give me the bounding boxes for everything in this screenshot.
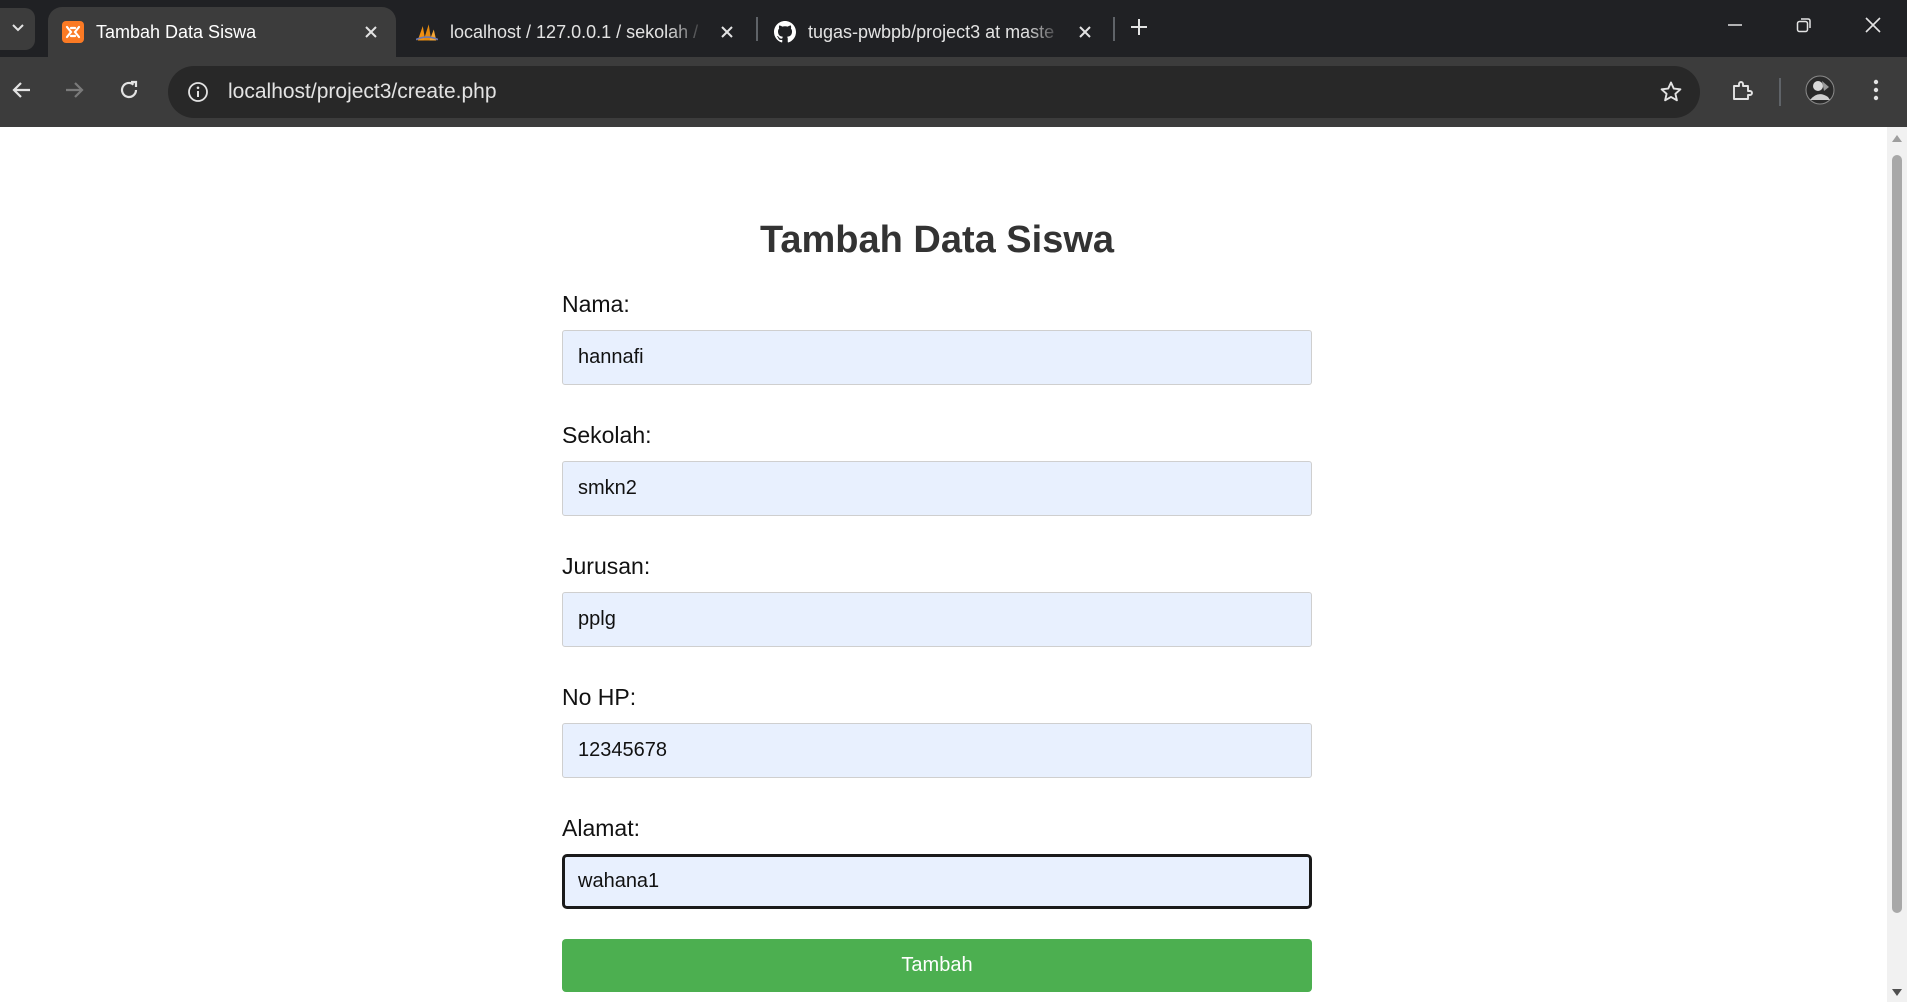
restore-button[interactable] xyxy=(1770,0,1838,54)
tab-search-button[interactable] xyxy=(0,8,35,50)
back-button[interactable] xyxy=(4,74,40,110)
xampp-icon xyxy=(62,21,84,43)
close-icon xyxy=(1864,16,1882,39)
close-icon[interactable] xyxy=(1074,21,1096,43)
bookmark-star-icon[interactable] xyxy=(1658,79,1684,105)
chevron-down-icon xyxy=(10,19,26,40)
tab-phpmyadmin[interactable]: localhost / 127.0.0.1 / sekolah / xyxy=(402,7,752,57)
tab-github[interactable]: tugas-pwbpb/project3 at maste xyxy=(760,7,1110,57)
github-icon xyxy=(774,21,796,43)
scroll-up-icon[interactable] xyxy=(1891,132,1903,144)
tab-separator xyxy=(756,17,758,41)
add-student-form: Tambah Data Siswa Nama: Sekolah: Jurusan… xyxy=(562,127,1312,992)
menu-button[interactable] xyxy=(1858,74,1894,110)
avatar xyxy=(1805,75,1835,110)
arrow-right-icon xyxy=(63,79,85,106)
jurusan-field-group: Jurusan: xyxy=(562,552,1312,647)
site-info-icon[interactable] xyxy=(172,66,224,118)
tab-title: Tambah Data Siswa xyxy=(96,21,257,42)
profile-button[interactable] xyxy=(1802,74,1838,110)
reload-icon xyxy=(118,79,140,106)
arrow-left-icon xyxy=(11,79,33,106)
nama-input[interactable] xyxy=(562,330,1312,385)
close-icon[interactable] xyxy=(716,21,738,43)
page-viewport: Tambah Data Siswa Nama: Sekolah: Jurusan… xyxy=(0,127,1887,1002)
jurusan-label: Jurusan: xyxy=(562,553,651,579)
close-icon[interactable] xyxy=(360,21,382,43)
jurusan-input[interactable] xyxy=(562,592,1312,647)
phpmyadmin-icon xyxy=(416,21,438,43)
tab-tambah-data-siswa[interactable]: Tambah Data Siswa xyxy=(48,7,396,57)
page-title: Tambah Data Siswa xyxy=(759,219,1115,261)
minimize-icon xyxy=(1727,17,1743,38)
new-tab-button[interactable] xyxy=(1124,14,1154,44)
toolbar-separator xyxy=(1779,78,1781,106)
plus-icon xyxy=(1129,17,1149,42)
minimize-button[interactable] xyxy=(1701,0,1769,54)
alamat-field-group: Alamat: xyxy=(562,814,1312,909)
tab-separator xyxy=(1113,17,1115,41)
nama-field-group: Nama: xyxy=(562,290,1312,385)
tab-title: tugas-pwbpb/project3 at maste xyxy=(808,21,1055,42)
extensions-button[interactable] xyxy=(1724,74,1760,110)
reload-button[interactable] xyxy=(111,74,147,110)
restore-icon xyxy=(1796,17,1812,38)
forward-button[interactable] xyxy=(56,74,92,110)
no-hp-field-group: No HP: xyxy=(562,683,1312,778)
no-hp-input[interactable] xyxy=(562,723,1312,778)
tambah-button[interactable]: Tambah xyxy=(562,939,1312,992)
sekolah-label: Sekolah: xyxy=(562,422,652,448)
page-scrollbar[interactable] xyxy=(1887,127,1907,1002)
alamat-input[interactable] xyxy=(562,854,1312,909)
address-bar[interactable]: localhost/project3/create.php xyxy=(168,66,1700,118)
sekolah-input[interactable] xyxy=(562,461,1312,516)
tab-strip: Tambah Data Siswa localhost / 127.0.0.1 … xyxy=(0,0,1907,57)
scroll-thumb[interactable] xyxy=(1892,155,1902,913)
sekolah-field-group: Sekolah: xyxy=(562,421,1312,516)
scroll-down-icon[interactable] xyxy=(1891,987,1903,999)
close-window-button[interactable] xyxy=(1839,0,1907,54)
nama-label: Nama: xyxy=(562,291,630,317)
address-url: localhost/project3/create.php xyxy=(228,80,497,103)
tab-title: localhost / 127.0.0.1 / sekolah / xyxy=(450,21,699,42)
more-vertical-icon xyxy=(1873,79,1879,106)
puzzle-icon xyxy=(1730,78,1754,107)
no-hp-label: No HP: xyxy=(562,684,637,710)
browser-toolbar: localhost/project3/create.php xyxy=(0,57,1907,184)
alamat-label: Alamat: xyxy=(562,815,640,841)
